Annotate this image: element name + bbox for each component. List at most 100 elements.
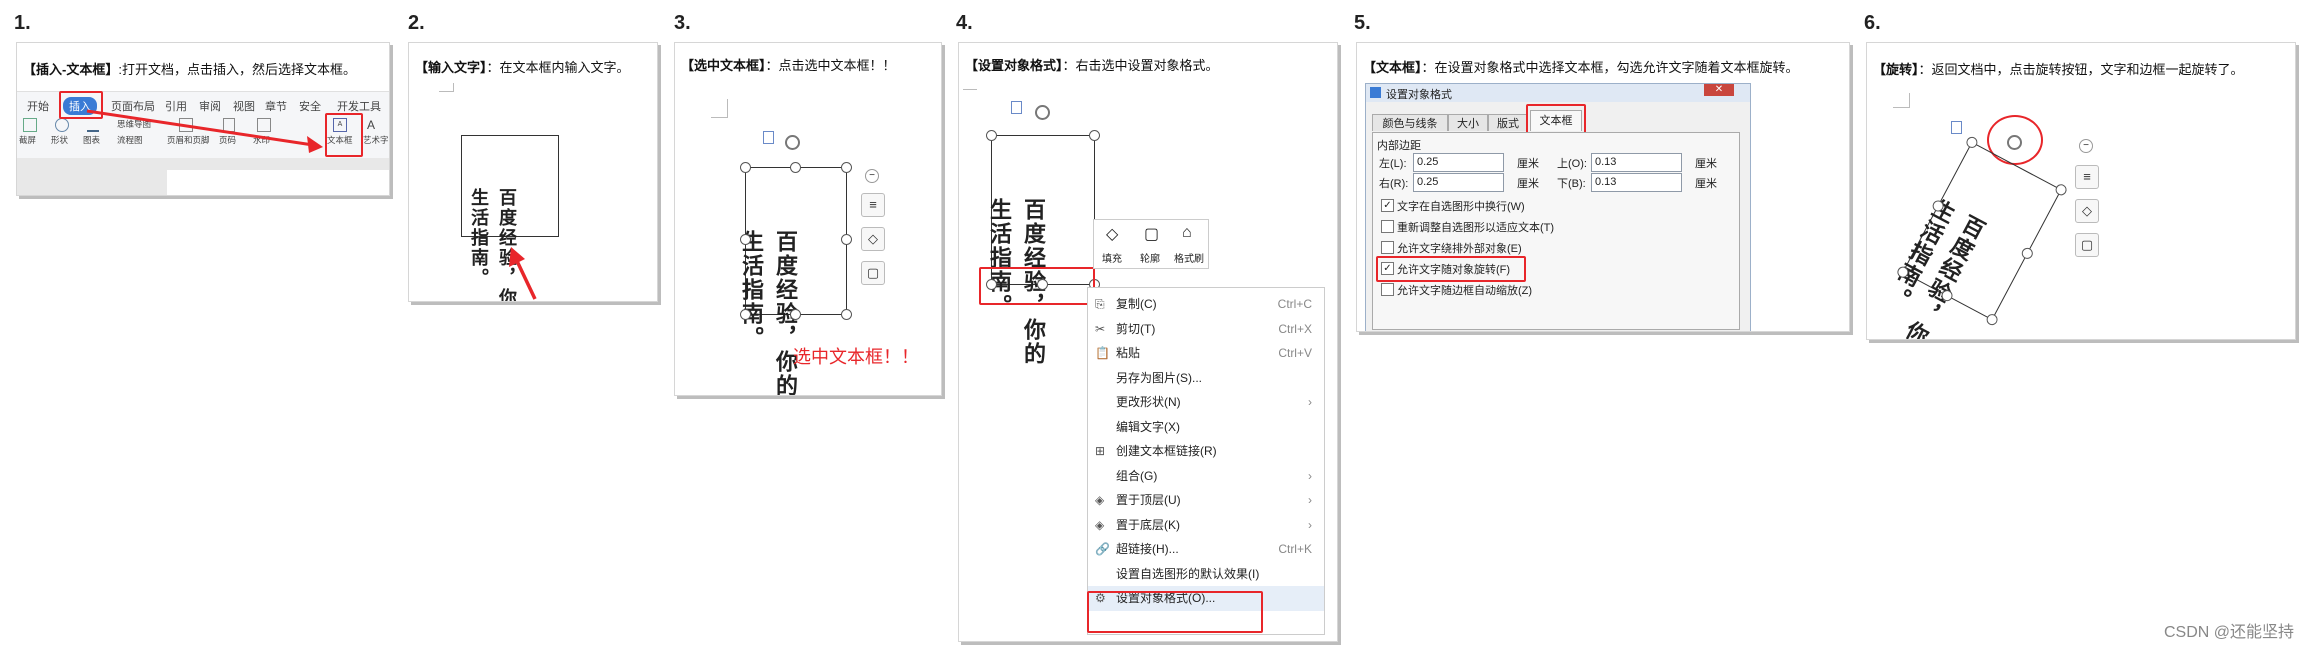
fill-label[interactable]: 填充: [1102, 250, 1122, 265]
resize-handle-br[interactable]: [841, 309, 852, 320]
resize-shape-label: 重新调整自选图形以适应文本(T): [1397, 222, 1555, 234]
autoscale-text-label: 允许文字随边框自动缩放(Z): [1397, 285, 1533, 297]
wrap-text-checkbox[interactable]: ✓: [1381, 199, 1394, 212]
step-4-number: 4.: [956, 12, 973, 34]
red-note: 选中文本框！！: [793, 347, 919, 367]
menu-item-label: 另存为图片(S)...: [1116, 370, 1202, 385]
menu-item-hyperlink[interactable]: 🔗 超链接(H)... Ctrl+K: [1088, 537, 1324, 562]
resize-handle-mr[interactable]: [841, 234, 852, 245]
submenu-arrow-icon: ›: [1308, 517, 1312, 532]
right-margin-label: 右(R):: [1379, 178, 1409, 190]
step-3-caption-title: 【选中文本框】: [681, 58, 766, 73]
collapse-icon[interactable]: −: [865, 169, 879, 183]
step-1-panel: 【插入-文本框】:打开文档，点击插入，然后选择文本框。 开始 插入 页面布局 引…: [16, 42, 390, 196]
resize-handle-tr[interactable]: [1089, 130, 1100, 141]
resize-handle-tl[interactable]: [986, 130, 997, 141]
selected-textbox[interactable]: 百度经验，你的 生活指南。: [986, 130, 1100, 366]
layout-icon[interactable]: [1011, 101, 1022, 114]
resize-shape-checkbox[interactable]: [1381, 220, 1394, 233]
step-5-panel: 【文本框】：在设置对象格式中选择文本框，勾选允许文字随着文本框旋转。 设置对象格…: [1356, 42, 1850, 332]
textbox-text: 百度经验，你的 生活指南。: [959, 140, 1084, 366]
resize-handle-tr[interactable]: [841, 162, 852, 173]
menu-item-paste[interactable]: 📋 粘贴 Ctrl+V: [1088, 341, 1324, 366]
menu-item-label: 超链接(H)...: [1116, 542, 1179, 556]
menu-item-label: 粘贴: [1116, 346, 1141, 360]
selected-textbox[interactable]: 百度经验，你的 生活指南。: [738, 162, 852, 395]
context-menu: ⎘ 复制(C) Ctrl+C ✂ 剪切(T) Ctrl+X 📋 粘贴 Ctrl+V 另存为图…: [1087, 287, 1325, 635]
wrap-outside-checkbox[interactable]: [1381, 241, 1394, 254]
step-3-panel: 【选中文本框】：点击选中文本框！！ 百度经验，你的 生活指南。 − ≡ ◇ ▢ …: [674, 42, 942, 396]
rotate-handle-icon[interactable]: [785, 135, 800, 150]
menu-item-label: 置于底层(K): [1116, 517, 1180, 532]
menu-item-shortcut: Ctrl+C: [1277, 297, 1312, 311]
format-painter-label[interactable]: 格式刷: [1174, 250, 1204, 265]
resize-handle-br[interactable]: [1984, 312, 2000, 328]
right-margin-input[interactable]: 0.25: [1413, 173, 1504, 192]
collapse-icon[interactable]: −: [2079, 139, 2093, 153]
menu-item-save-as-image[interactable]: 另存为图片(S)...: [1088, 366, 1324, 391]
left-margin-unit[interactable]: 厘米: [1517, 155, 1539, 171]
menu-item-shortcut: Ctrl+K: [1278, 542, 1312, 556]
link-textbox-icon: ⊞: [1095, 444, 1106, 458]
menu-item-create-textbox-link[interactable]: ⊞ 创建文本框链接(R): [1088, 439, 1324, 464]
send-back-icon: ◈: [1095, 517, 1105, 532]
close-icon[interactable]: ✕: [1704, 84, 1734, 96]
fill-icon[interactable]: ◇: [1106, 224, 1118, 244]
submenu-arrow-icon: ›: [1308, 493, 1312, 507]
menu-item-edit-text[interactable]: 编辑文字(X): [1088, 415, 1324, 440]
rotated-textbox[interactable]: 百度经验，你的 生活指南。: [1880, 134, 2069, 339]
left-margin-input[interactable]: 0.25: [1413, 153, 1504, 172]
bottom-margin-unit[interactable]: 厘米: [1695, 175, 1717, 191]
menu-item-label: 置于顶层(U): [1116, 493, 1181, 507]
resize-handle-ml[interactable]: [740, 234, 751, 245]
top-margin-unit[interactable]: 厘米: [1695, 155, 1717, 171]
resize-handle-tr[interactable]: [2053, 182, 2069, 198]
menu-item-label: 组合(G): [1116, 468, 1158, 483]
top-margin-input[interactable]: 0.13: [1591, 153, 1682, 172]
resize-handle-bl[interactable]: [740, 309, 751, 320]
outline-icon[interactable]: ▢: [2075, 233, 2099, 257]
bottom-margin-input[interactable]: 0.13: [1591, 173, 1682, 192]
outline-label[interactable]: 轮廓: [1140, 250, 1160, 265]
rotate-handle-icon[interactable]: [1035, 105, 1050, 120]
section-label: 内部边距: [1377, 140, 1421, 152]
outline-icon[interactable]: ▢: [861, 261, 885, 285]
fill-icon[interactable]: ◇: [861, 227, 885, 251]
menu-item-group[interactable]: 组合(G) ›: [1088, 464, 1324, 489]
layout-options-icon[interactable]: ≡: [2075, 165, 2099, 189]
tab-layout[interactable]: 版式: [1488, 114, 1528, 131]
resize-handle-bc[interactable]: [790, 309, 801, 320]
resize-handle-tl[interactable]: [740, 162, 751, 173]
textbox-text: 百度经验，你的 生活指南。: [700, 172, 836, 395]
fill-icon[interactable]: ◇: [2075, 199, 2099, 223]
menu-item-shortcut: Ctrl+X: [1278, 321, 1312, 336]
menu-item-set-default-effect[interactable]: 设置自选图形的默认效果(I): [1088, 562, 1324, 587]
resize-handle-tc[interactable]: [790, 162, 801, 173]
layout-options-icon[interactable]: ≡: [861, 193, 885, 217]
step-3-number: 3.: [674, 12, 691, 34]
tab-colors-lines[interactable]: 颜色与线条: [1372, 114, 1448, 131]
menu-item-copy[interactable]: ⎘ 复制(C) Ctrl+C: [1088, 292, 1324, 317]
right-click-highlight: [979, 267, 1095, 305]
paste-icon: 📋: [1095, 346, 1110, 360]
menu-item-bring-to-front[interactable]: ◈ 置于顶层(U) ›: [1088, 488, 1324, 513]
menu-item-change-shape[interactable]: 更改形状(N) ›: [1088, 390, 1324, 415]
step-2-panel: 【输入文字】：在文本框内输入文字。 百度经验，你的 生活指南。: [408, 42, 658, 302]
hyperlink-icon: 🔗: [1095, 542, 1110, 556]
cut-icon: ✂: [1095, 321, 1106, 336]
menu-item-send-to-back[interactable]: ◈ 置于底层(K) ›: [1088, 513, 1324, 538]
submenu-arrow-icon: ›: [1308, 395, 1312, 409]
menu-item-cut[interactable]: ✂ 剪切(T) Ctrl+X: [1088, 317, 1324, 342]
layout-icon[interactable]: [1951, 121, 1962, 134]
right-margin-unit[interactable]: 厘米: [1517, 175, 1539, 191]
autoscale-text-checkbox[interactable]: [1381, 283, 1394, 296]
rotate-option-highlight: [1376, 256, 1526, 282]
text-column-2: 生活指南。: [738, 229, 764, 350]
format-object-highlight: [1087, 591, 1263, 633]
format-painter-icon[interactable]: ⌂: [1182, 224, 1192, 242]
outline-icon[interactable]: ▢: [1144, 224, 1159, 244]
step-6-number: 6.: [1864, 12, 1881, 34]
resize-handle-mr[interactable]: [2019, 245, 2035, 261]
tab-size[interactable]: 大小: [1448, 114, 1488, 131]
layout-icon[interactable]: [763, 131, 774, 144]
